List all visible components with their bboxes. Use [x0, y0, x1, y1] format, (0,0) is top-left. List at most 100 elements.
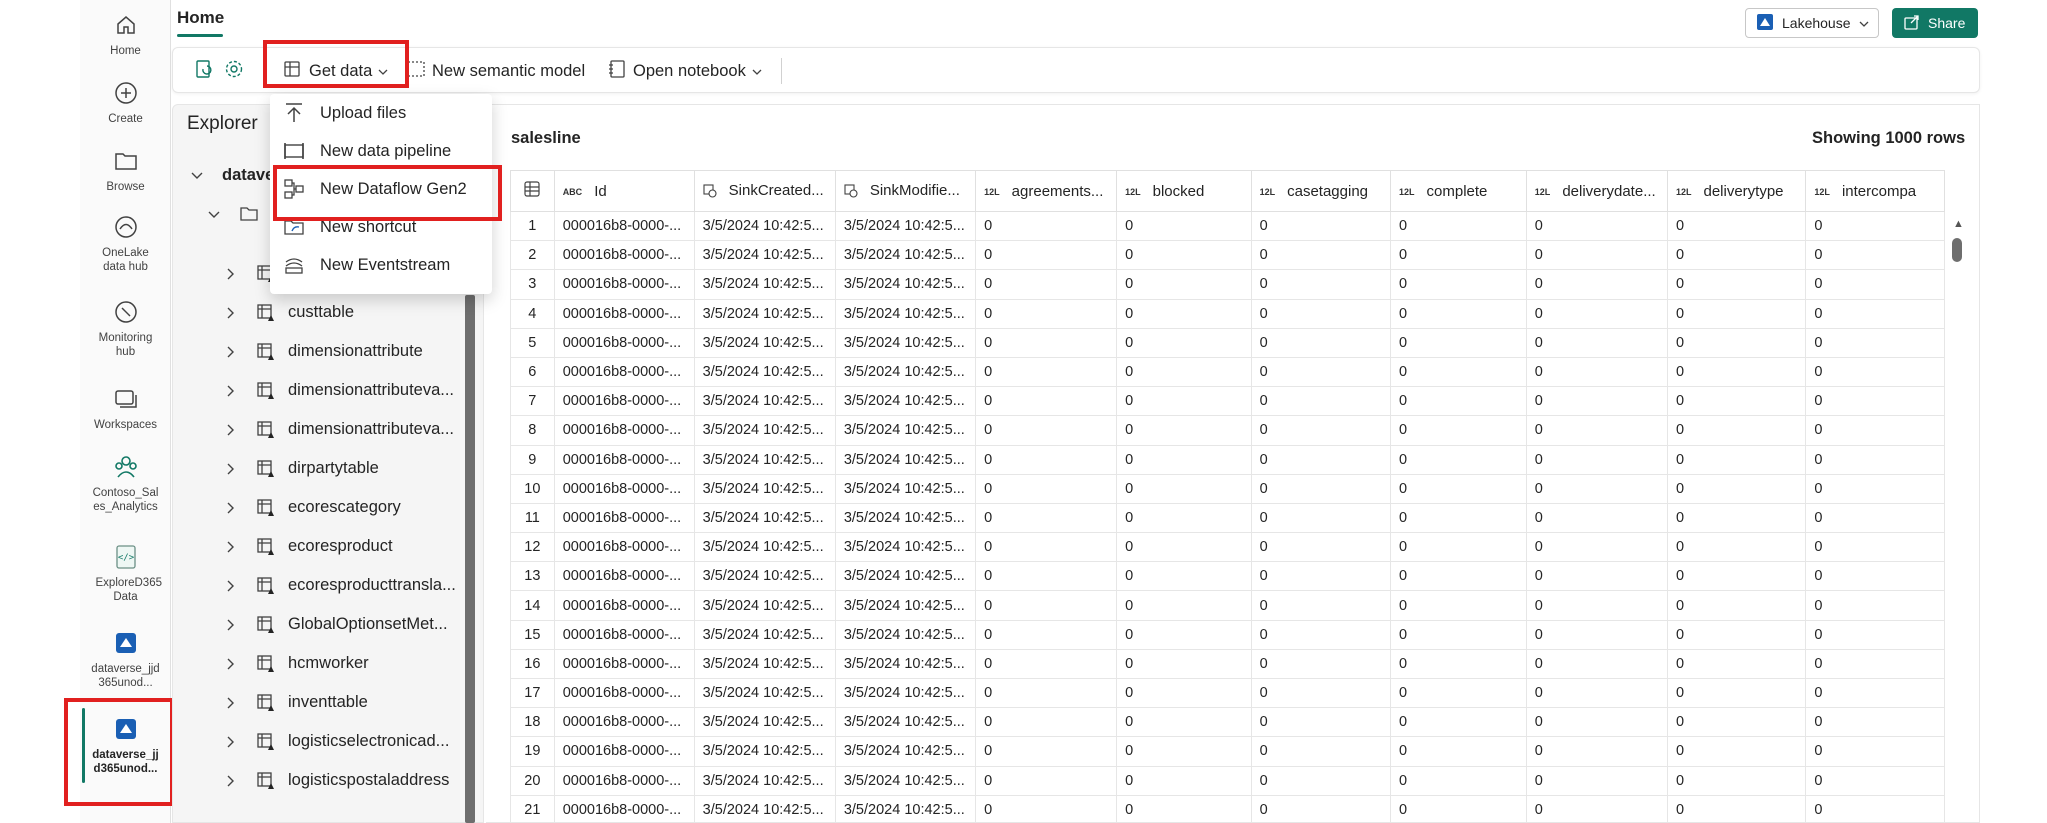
column-header[interactable]: SinkModifie...: [834, 170, 977, 212]
cell-id: 000016b8-0000-...: [553, 210, 695, 242]
cell-number: 0: [975, 794, 1118, 823]
column-type-label: 12L: [1534, 186, 1551, 197]
rail-explored365[interactable]: </> ExploreD365 Data: [80, 542, 171, 604]
rail-workspaces[interactable]: Workspaces: [80, 384, 171, 432]
rail-onelake[interactable]: OneLake data hub: [80, 212, 171, 274]
column-header[interactable]: ABC Id: [553, 170, 695, 212]
cell-number: 0: [1390, 415, 1527, 446]
cell-number: 0: [1525, 240, 1668, 271]
cell-number: 0: [1805, 415, 1945, 446]
rail-dataverse-2[interactable]: dataverse_jjd365unod...: [80, 714, 171, 776]
column-type-label: 12L: [1259, 186, 1276, 197]
table-row[interactable]: 21 000016b8-0000-... 3/5/2024 10:42:5... 3/…: [510, 794, 1945, 823]
delta-table-icon: [256, 576, 276, 596]
tree-item-table[interactable]: inventtable: [224, 683, 524, 722]
menu-item-new-dataflow-gen2[interactable]: New Dataflow Gen2: [270, 170, 492, 208]
table-row[interactable]: 20 000016b8-0000-... 3/5/2024 10:42:5... 3/…: [510, 765, 1945, 796]
table-row[interactable]: 2 000016b8-0000-... 3/5/2024 10:42:5... 3/5…: [510, 240, 1945, 271]
tree-item-table[interactable]: hcmworker: [224, 644, 524, 683]
table-row[interactable]: 12 000016b8-0000-... 3/5/2024 10:42:5... 3/…: [510, 532, 1945, 563]
table-row[interactable]: 4 000016b8-0000-... 3/5/2024 10:42:5... 3/5…: [510, 298, 1945, 329]
cell-sink-modified: 3/5/2024 10:42:5...: [834, 765, 977, 796]
tree-item-table[interactable]: ecorescategory: [224, 488, 524, 527]
rail-home[interactable]: Home: [80, 10, 171, 58]
column-header[interactable]: 12L casetagging: [1250, 170, 1392, 212]
tree-item-table[interactable]: logisticselectronicad...: [224, 722, 524, 761]
table-row[interactable]: 15 000016b8-0000-... 3/5/2024 10:42:5... 3/…: [510, 619, 1945, 650]
lakehouse-switcher-button[interactable]: Lakehouse: [1745, 8, 1879, 38]
tree-item-table[interactable]: GlobalOptionsetMet...: [224, 605, 524, 644]
row-number: 3: [510, 269, 555, 300]
delta-table-icon: [256, 342, 276, 362]
column-header[interactable]: 12L blocked: [1116, 170, 1252, 212]
rail-browse[interactable]: Browse: [80, 146, 171, 194]
table-row[interactable]: 17 000016b8-0000-... 3/5/2024 10:42:5... 3/…: [510, 677, 1945, 709]
tree-item-table[interactable]: logisticspostaladdress: [224, 761, 524, 800]
cell-number: 0: [1525, 386, 1668, 417]
table-row[interactable]: 6 000016b8-0000-... 3/5/2024 10:42:5... 3/5…: [510, 356, 1945, 388]
cell-number: 0: [1390, 356, 1527, 388]
table-row[interactable]: 19 000016b8-0000-... 3/5/2024 10:42:5... 3/…: [510, 736, 1945, 767]
cell-sink-created: 3/5/2024 10:42:5...: [693, 794, 836, 823]
cell-number: 0: [1116, 327, 1252, 358]
cell-number: 0: [1666, 415, 1807, 446]
table-row[interactable]: 1 000016b8-0000-... 3/5/2024 10:42:5... 3/5…: [510, 210, 1945, 242]
tree-item-label: dirpartytable: [288, 459, 379, 477]
column-header[interactable]: SinkCreated...: [693, 170, 836, 212]
rail-monitoring[interactable]: Monitoring hub: [80, 297, 171, 359]
table-row[interactable]: 3 000016b8-0000-... 3/5/2024 10:42:5... 3/5…: [510, 269, 1945, 300]
tree-item-table[interactable]: custtable: [224, 293, 524, 332]
column-header[interactable]: 12L complete: [1390, 170, 1527, 212]
tree-item-table[interactable]: ecoresproduct: [224, 527, 524, 566]
grid-scrollbar-thumb[interactable]: [1952, 238, 1962, 262]
refresh-button[interactable]: [193, 48, 215, 94]
tree-item-table[interactable]: dimensionattribute: [224, 332, 524, 371]
cell-sink-created: 3/5/2024 10:42:5...: [693, 619, 836, 650]
share-button[interactable]: Share: [1892, 8, 1978, 38]
settings-button[interactable]: [223, 48, 245, 94]
open-notebook-button[interactable]: Open notebook: [607, 48, 762, 94]
table-row[interactable]: 5 000016b8-0000-... 3/5/2024 10:42:5... 3/5…: [510, 327, 1945, 358]
scroll-up-arrow-icon[interactable]: ▲: [1953, 218, 1964, 230]
chevron-right-icon: [224, 735, 238, 749]
column-header[interactable]: 12L agreements...: [975, 170, 1118, 212]
tree-item-table[interactable]: dimensionattributeva...: [224, 371, 524, 410]
menu-item-new-eventstream[interactable]: New Eventstream: [270, 246, 492, 284]
cell-sink-created: 3/5/2024 10:42:5...: [693, 415, 836, 446]
menu-item-label: New data pipeline: [320, 141, 452, 160]
table-row[interactable]: 7 000016b8-0000-... 3/5/2024 10:42:5... 3/5…: [510, 386, 1945, 417]
menu-item-new-shortcut[interactable]: New shortcut: [270, 208, 492, 246]
menu-item-upload-files[interactable]: Upload files: [270, 94, 492, 132]
menu-item-label: Upload files: [320, 103, 407, 122]
table-row[interactable]: 8 000016b8-0000-... 3/5/2024 10:42:5... 3/5…: [510, 415, 1945, 446]
column-header[interactable]: 12L deliverytype: [1666, 170, 1807, 212]
cell-number: 0: [1525, 648, 1668, 680]
table-row[interactable]: 18 000016b8-0000-... 3/5/2024 10:42:5... 3/…: [510, 707, 1945, 738]
tree-item-table[interactable]: ecoresproducttransla...: [224, 566, 524, 605]
table-row[interactable]: 11 000016b8-0000-... 3/5/2024 10:42:5... 3/…: [510, 502, 1945, 534]
rail-create[interactable]: Create: [80, 78, 171, 126]
new-semantic-model-button[interactable]: New semantic model: [406, 48, 585, 94]
home-icon: [111, 10, 141, 40]
column-header[interactable]: 12L intercompa: [1805, 170, 1945, 212]
rail-contoso[interactable]: Contoso_Sales_Analytics: [80, 452, 171, 514]
table-row[interactable]: 16 000016b8-0000-... 3/5/2024 10:42:5... 3/…: [510, 648, 1945, 680]
tab-home[interactable]: Home: [177, 8, 224, 28]
tree-item-table[interactable]: dirpartytable: [224, 449, 524, 488]
cell-number: 0: [1390, 590, 1527, 621]
table-row[interactable]: 10 000016b8-0000-... 3/5/2024 10:42:5... 3/…: [510, 473, 1945, 504]
cell-number: 0: [1805, 648, 1945, 680]
cell-sink-modified: 3/5/2024 10:42:5...: [834, 532, 977, 563]
select-all-column[interactable]: [510, 170, 555, 212]
cell-number: 0: [1805, 765, 1945, 796]
table-row[interactable]: 9 000016b8-0000-... 3/5/2024 10:42:5... 3/5…: [510, 444, 1945, 475]
table-row[interactable]: 14 000016b8-0000-... 3/5/2024 10:42:5... 3/…: [510, 590, 1945, 621]
cell-number: 0: [1390, 619, 1527, 650]
table-row[interactable]: 13 000016b8-0000-... 3/5/2024 10:42:5... 3/…: [510, 561, 1945, 592]
rail-dataverse-1[interactable]: dataverse_jjd365unod...: [80, 628, 171, 690]
menu-item-new-data-pipeline[interactable]: New data pipeline: [270, 132, 492, 170]
explorer-scrollbar[interactable]: [465, 295, 475, 823]
tree-item-table[interactable]: dimensionattributeva...: [224, 410, 524, 449]
column-header[interactable]: 12L deliverydate...: [1525, 170, 1668, 212]
get-data-button[interactable]: Get data: [283, 48, 388, 94]
